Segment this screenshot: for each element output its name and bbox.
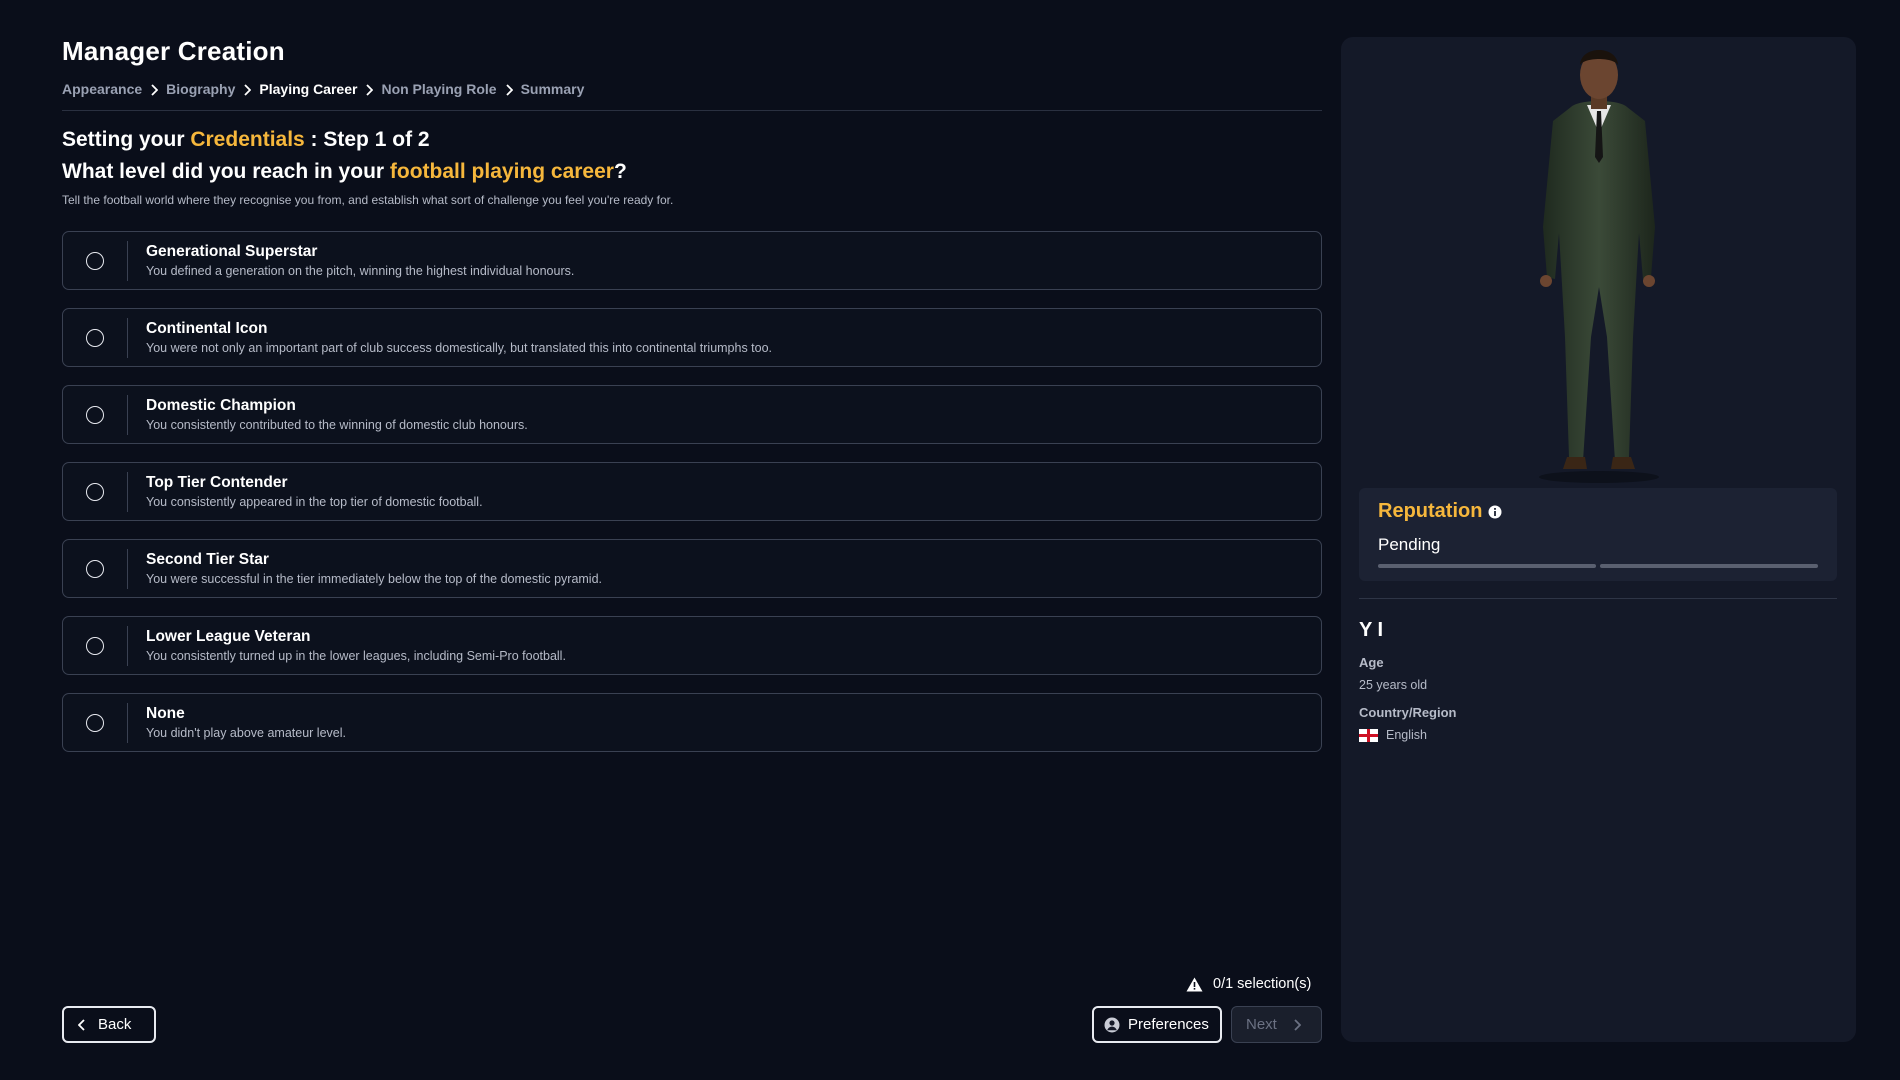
- chevron-right-icon: [1294, 1018, 1301, 1031]
- option-title: Second Tier Star: [146, 551, 269, 568]
- option-second-tier-star[interactable]: Second Tier Star You were successful in …: [62, 539, 1322, 598]
- breadcrumb-appearance[interactable]: Appearance: [62, 81, 142, 97]
- manager-name: Y I: [1359, 619, 1384, 641]
- manager-avatar: [1341, 37, 1856, 487]
- country-label: Country/Region: [1359, 705, 1457, 720]
- chevron-right-icon: [357, 81, 381, 97]
- manager-figure-icon: [1538, 50, 1659, 483]
- option-title: Lower League Veteran: [146, 628, 311, 645]
- info-icon[interactable]: [1488, 505, 1502, 519]
- radio-button[interactable]: [86, 713, 104, 732]
- option-description: You defined a generation on the pitch, w…: [146, 264, 575, 278]
- preferences-button[interactable]: Preferences: [1092, 1006, 1222, 1043]
- option-title: Domestic Champion: [146, 397, 296, 414]
- breadcrumb: Appearance Biography Playing Career Non …: [62, 81, 1322, 97]
- manager-profile-panel: Reputation Pending Y I Age 25 years old …: [1341, 37, 1856, 1042]
- next-button[interactable]: Next: [1231, 1006, 1322, 1043]
- step-header: Setting your Credentials : Step 1 of 2 W…: [62, 128, 1322, 207]
- reputation-bar-segment: [1600, 564, 1818, 568]
- chevron-left-icon: [78, 1018, 85, 1031]
- breadcrumb-summary[interactable]: Summary: [521, 81, 585, 97]
- option-top-tier-contender[interactable]: Top Tier Contender You consistently appe…: [62, 462, 1322, 521]
- breadcrumb-non-playing-role[interactable]: Non Playing Role: [381, 81, 496, 97]
- radio-button[interactable]: [86, 636, 104, 655]
- option-title: None: [146, 705, 185, 722]
- chevron-right-icon: [235, 81, 259, 97]
- radio-button[interactable]: [86, 251, 104, 270]
- radio-button[interactable]: [86, 328, 104, 347]
- reputation-status: Pending: [1378, 535, 1441, 554]
- option-description: You consistently turned up in the lower …: [146, 649, 566, 663]
- option-description: You were not only an important part of c…: [146, 341, 773, 355]
- chevron-right-icon: [142, 81, 166, 97]
- option-continental-icon[interactable]: Continental Icon You were not only an im…: [62, 308, 1322, 367]
- page-title: Manager Creation: [62, 36, 285, 66]
- step-title: Setting your Credentials : Step 1 of 2: [62, 128, 430, 151]
- selection-status: 0/1 selection(s): [1186, 976, 1311, 992]
- option-title: Generational Superstar: [146, 243, 318, 260]
- reputation-card: Reputation Pending: [1359, 488, 1837, 581]
- chevron-right-icon: [497, 81, 521, 97]
- england-flag-icon: [1359, 728, 1378, 742]
- option-generational-superstar[interactable]: Generational Superstar You defined a gen…: [62, 231, 1322, 290]
- header: Manager Creation Appearance Biography Pl…: [62, 36, 1322, 97]
- warning-icon: [1186, 977, 1203, 991]
- user-icon: [1104, 1017, 1120, 1032]
- age-label: Age: [1359, 655, 1384, 670]
- radio-button[interactable]: [86, 405, 104, 424]
- selection-count: 0/1 selection(s): [1213, 976, 1312, 992]
- header-divider: [62, 110, 1322, 111]
- option-description: You didn't play above amateur level.: [146, 726, 346, 740]
- panel-divider: [1359, 598, 1837, 599]
- option-description: You consistently contributed to the winn…: [146, 418, 528, 432]
- option-description: You were successful in the tier immediat…: [146, 572, 603, 586]
- reputation-bar-segment: [1378, 564, 1596, 568]
- reputation-bar: [1378, 564, 1818, 568]
- back-button[interactable]: Back: [62, 1006, 156, 1043]
- reputation-title: Reputation: [1378, 500, 1483, 522]
- option-description: You consistently appeared in the top tie…: [146, 495, 483, 509]
- country-value: English: [1359, 728, 1427, 742]
- radio-button[interactable]: [86, 482, 104, 501]
- breadcrumb-biography[interactable]: Biography: [166, 81, 235, 97]
- step-question: What level did you reach in your footbal…: [62, 160, 627, 183]
- career-options-list: Generational Superstar You defined a gen…: [62, 231, 1322, 770]
- option-title: Continental Icon: [146, 320, 268, 337]
- option-title: Top Tier Contender: [146, 474, 288, 491]
- age-value: 25 years old: [1359, 678, 1428, 692]
- breadcrumb-playing-career[interactable]: Playing Career: [259, 81, 357, 97]
- option-lower-league-veteran[interactable]: Lower League Veteran You consistently tu…: [62, 616, 1322, 675]
- manager-creation-screen: Manager Creation Appearance Biography Pl…: [0, 0, 1900, 1080]
- option-none[interactable]: None You didn't play above amateur level…: [62, 693, 1322, 752]
- step-description: Tell the football world where they recog…: [62, 193, 674, 207]
- option-domestic-champion[interactable]: Domestic Champion You consistently contr…: [62, 385, 1322, 444]
- radio-button[interactable]: [86, 559, 104, 578]
